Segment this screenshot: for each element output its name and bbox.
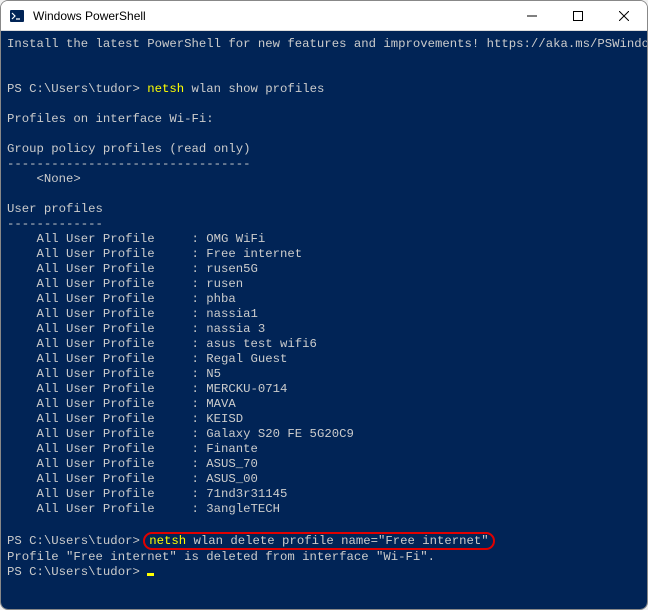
profile-name: ASUS_70 xyxy=(206,457,258,471)
profile-label: All User Profile : xyxy=(7,427,206,441)
profile-label: All User Profile : xyxy=(7,382,206,396)
close-button[interactable] xyxy=(601,1,647,30)
profile-label: All User Profile : xyxy=(7,292,206,306)
prompt-line-1: PS C:\Users\tudor> netsh wlan show profi… xyxy=(7,82,647,97)
profile-row: All User Profile : N5 xyxy=(7,367,647,382)
profile-name: nassia 3 xyxy=(206,322,265,336)
profile-name: 71nd3r31145 xyxy=(206,487,287,501)
profile-label: All User Profile : xyxy=(7,307,206,321)
profile-row: All User Profile : KEISD xyxy=(7,412,647,427)
command-highlighted: netsh xyxy=(149,534,186,548)
profile-name: MAVA xyxy=(206,397,236,411)
titlebar[interactable]: Windows PowerShell xyxy=(1,1,647,31)
terminal-output[interactable]: Install the latest PowerShell for new fe… xyxy=(1,31,647,609)
profile-label: All User Profile : xyxy=(7,442,206,456)
profile-label: All User Profile : xyxy=(7,277,206,291)
profile-row: All User Profile : MAVA xyxy=(7,397,647,412)
prompt-path: PS C:\Users\tudor> xyxy=(7,565,147,579)
profile-row: All User Profile : nassia1 xyxy=(7,307,647,322)
profile-name: asus test wifi6 xyxy=(206,337,317,351)
profile-name: Finante xyxy=(206,442,258,456)
profile-label: All User Profile : xyxy=(7,322,206,336)
profile-name: ASUS_00 xyxy=(206,472,258,486)
prompt-line-2: PS C:\Users\tudor> netsh wlan delete pro… xyxy=(7,532,647,550)
profile-name: KEISD xyxy=(206,412,243,426)
profile-label: All User Profile : xyxy=(7,232,206,246)
profile-label: All User Profile : xyxy=(7,472,206,486)
minimize-button[interactable] xyxy=(509,1,555,30)
prompt-path: PS C:\Users\tudor> xyxy=(7,534,147,548)
dashes: --------------------------------- xyxy=(7,157,647,172)
command-rest: wlan show profiles xyxy=(184,82,324,96)
prompt-path: PS C:\Users\tudor> xyxy=(7,82,147,96)
interface-header: Profiles on interface Wi-Fi: xyxy=(7,112,647,127)
profile-label: All User Profile : xyxy=(7,337,206,351)
profile-row: All User Profile : nassia 3 xyxy=(7,322,647,337)
install-message: Install the latest PowerShell for new fe… xyxy=(7,37,647,52)
profile-row: All User Profile : rusen5G xyxy=(7,262,647,277)
powershell-window: Windows PowerShell Install the latest Po… xyxy=(0,0,648,610)
profile-name: Galaxy S20 FE 5G20C9 xyxy=(206,427,354,441)
profile-row: All User Profile : OMG WiFi xyxy=(7,232,647,247)
group-policy-header: Group policy profiles (read only) xyxy=(7,142,647,157)
dashes: ------------- xyxy=(7,217,647,232)
profile-name: MERCKU-0714 xyxy=(206,382,287,396)
profile-label: All User Profile : xyxy=(7,262,206,276)
profile-name: nassia1 xyxy=(206,307,258,321)
profile-name: phba xyxy=(206,292,236,306)
powershell-icon xyxy=(9,8,25,24)
profile-row: All User Profile : rusen xyxy=(7,277,647,292)
user-profiles-header: User profiles xyxy=(7,202,647,217)
profile-row: All User Profile : Regal Guest xyxy=(7,352,647,367)
profile-row: All User Profile : 71nd3r31145 xyxy=(7,487,647,502)
profile-name: 3angleTECH xyxy=(206,502,280,516)
profile-name: rusen5G xyxy=(206,262,258,276)
profile-label: All User Profile : xyxy=(7,352,206,366)
profile-row: All User Profile : phba xyxy=(7,292,647,307)
command-highlighted: netsh xyxy=(147,82,184,96)
profile-row: All User Profile : ASUS_70 xyxy=(7,457,647,472)
profile-row: All User Profile : Finante xyxy=(7,442,647,457)
profile-name: N5 xyxy=(206,367,221,381)
profile-name: rusen xyxy=(206,277,243,291)
window-title: Windows PowerShell xyxy=(33,9,509,23)
profile-list: All User Profile : OMG WiFi All User Pro… xyxy=(7,232,647,517)
profile-label: All User Profile : xyxy=(7,367,206,381)
profile-label: All User Profile : xyxy=(7,502,206,516)
profile-row: All User Profile : Galaxy S20 FE 5G20C9 xyxy=(7,427,647,442)
profile-row: All User Profile : ASUS_00 xyxy=(7,472,647,487)
profile-row: All User Profile : Free internet xyxy=(7,247,647,262)
profile-row: All User Profile : asus test wifi6 xyxy=(7,337,647,352)
profile-label: All User Profile : xyxy=(7,487,206,501)
highlighted-command: netsh wlan delete profile name="Free int… xyxy=(143,532,494,550)
profile-name: Regal Guest xyxy=(206,352,287,366)
delete-result: Profile "Free internet" is deleted from … xyxy=(7,550,647,565)
profile-row: All User Profile : 3angleTECH xyxy=(7,502,647,517)
profile-label: All User Profile : xyxy=(7,457,206,471)
profile-label: All User Profile : xyxy=(7,412,206,426)
profile-label: All User Profile : xyxy=(7,247,206,261)
profile-row: All User Profile : MERCKU-0714 xyxy=(7,382,647,397)
command-rest: wlan delete profile name="Free internet" xyxy=(186,534,489,548)
profile-label: All User Profile : xyxy=(7,397,206,411)
profile-name: Free internet xyxy=(206,247,302,261)
cursor-icon xyxy=(147,573,154,576)
group-none: <None> xyxy=(7,172,647,187)
profile-name: OMG WiFi xyxy=(206,232,265,246)
maximize-button[interactable] xyxy=(555,1,601,30)
window-controls xyxy=(509,1,647,30)
prompt-line-3: PS C:\Users\tudor> xyxy=(7,565,647,580)
